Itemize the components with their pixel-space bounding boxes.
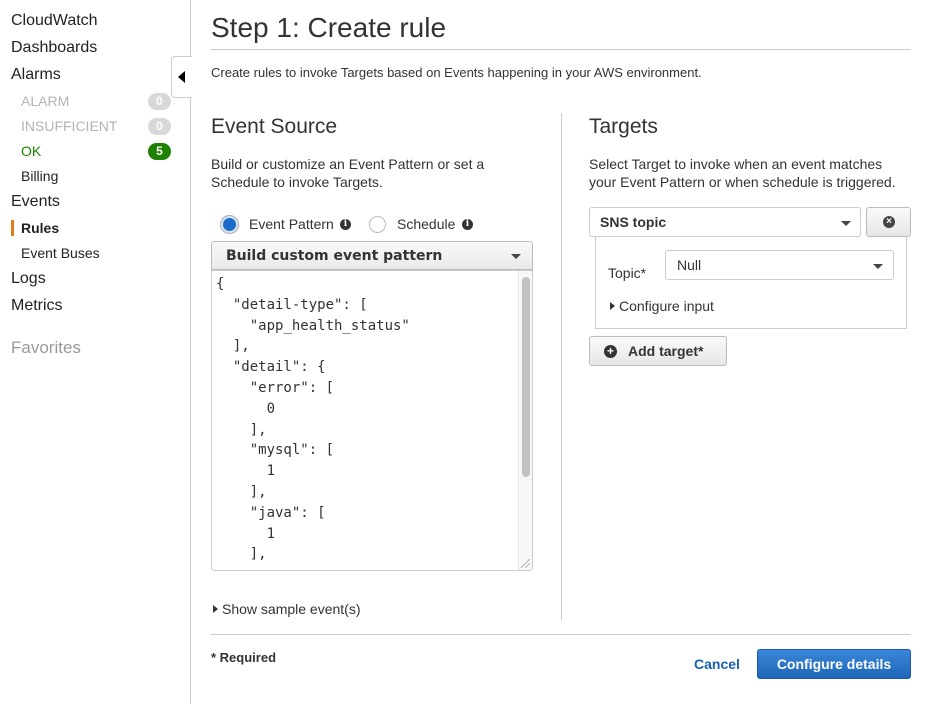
select-value: SNS topic — [600, 214, 667, 230]
toggle-label: Show sample event(s) — [222, 601, 361, 617]
description-line: Schedule to invoke Targets. — [211, 174, 383, 190]
page-intro: Create rules to invoke Targets based on … — [211, 65, 702, 80]
event-pattern-editor[interactable]: { "detail-type": [ "app_health_status" ]… — [211, 270, 533, 571]
configure-details-button[interactable]: Configure details — [757, 649, 911, 679]
active-indicator — [11, 220, 14, 236]
schedule-label[interactable]: Schedule — [397, 216, 455, 232]
toggle-label: Configure input — [619, 298, 714, 314]
description-line: Select Target to invoke when an event ma… — [589, 156, 883, 172]
insufficient-count-badge: 0 — [148, 118, 171, 135]
event-pattern-select[interactable]: Build custom event pattern — [211, 241, 533, 270]
schedule-radio[interactable] — [369, 216, 386, 233]
plus-circle-icon: + — [604, 345, 617, 358]
description-line: Build or customize an Event Pattern or s… — [211, 156, 485, 172]
sidebar-item-cloudwatch[interactable]: CloudWatch — [11, 12, 98, 30]
select-value: Build custom event pattern — [226, 248, 443, 264]
column-divider — [561, 113, 562, 620]
button-label: Add target* — [628, 343, 704, 359]
topic-select[interactable]: Null — [665, 250, 894, 280]
collapse-sidebar-button[interactable] — [171, 56, 192, 98]
add-target-button[interactable]: + Add target* — [589, 336, 727, 366]
sidebar-item-logs[interactable]: Logs — [11, 270, 46, 288]
cancel-link[interactable]: Cancel — [694, 656, 740, 672]
scrollbar-thumb[interactable] — [522, 277, 530, 477]
configure-input-toggle[interactable]: Configure input — [610, 298, 714, 314]
event-source-heading: Event Source — [211, 115, 338, 138]
sidebar-item-ok[interactable]: OK — [21, 143, 41, 159]
sidebar-item-billing[interactable]: Billing — [21, 168, 58, 184]
caret-down-icon — [841, 221, 851, 226]
sidebar-item-alarm[interactable]: ALARM — [21, 93, 69, 109]
caret-right-icon — [610, 302, 615, 310]
target-type-select[interactable]: SNS topic — [589, 207, 861, 237]
event-source-description: Build or customize an Event Pattern or s… — [211, 155, 484, 191]
editor-scrollbar[interactable] — [518, 271, 532, 570]
favorites-heading: Favorites — [11, 338, 81, 357]
description-line: your Event Pattern or when schedule is t… — [589, 174, 896, 190]
caret-down-icon — [511, 254, 521, 259]
sidebar-item-alarms[interactable]: Alarms — [11, 66, 61, 84]
event-pattern-radio[interactable] — [221, 216, 238, 233]
footer-divider — [211, 634, 911, 635]
targets-heading: Targets — [589, 115, 658, 138]
required-note: * Required — [211, 650, 277, 665]
remove-target-button[interactable]: × — [866, 207, 911, 237]
caret-right-icon — [213, 605, 218, 613]
targets-description: Select Target to invoke when an event ma… — [589, 155, 896, 191]
page-title: Step 1: Create rule — [211, 12, 447, 43]
show-sample-events-toggle[interactable]: Show sample event(s) — [213, 601, 361, 617]
sidebar-item-dashboards[interactable]: Dashboards — [11, 39, 97, 57]
ok-count-badge: 5 — [148, 143, 171, 160]
caret-down-icon — [873, 264, 883, 269]
info-icon[interactable]: i — [340, 219, 351, 230]
sidebar-item-insufficient[interactable]: INSUFFICIENT — [21, 118, 117, 134]
sidebar-item-metrics[interactable]: Metrics — [11, 297, 63, 315]
title-divider — [211, 49, 911, 50]
event-pattern-code[interactable]: { "detail-type": [ "app_health_status" ]… — [216, 274, 410, 565]
sidebar-item-event-buses[interactable]: Event Buses — [21, 245, 100, 261]
remove-icon: × — [883, 216, 895, 228]
topic-label: Topic* — [608, 265, 647, 281]
resize-grip-icon[interactable] — [521, 559, 530, 568]
info-icon[interactable]: i — [462, 219, 473, 230]
select-value: Null — [677, 257, 702, 273]
alarm-count-badge: 0 — [148, 93, 171, 110]
caret-left-icon — [178, 71, 185, 83]
sidebar-item-rules[interactable]: Rules — [21, 220, 59, 236]
event-pattern-label[interactable]: Event Pattern — [249, 216, 334, 232]
sidebar: CloudWatch Dashboards Alarms ALARM 0 INS… — [0, 0, 191, 704]
sidebar-item-events[interactable]: Events — [11, 193, 60, 211]
